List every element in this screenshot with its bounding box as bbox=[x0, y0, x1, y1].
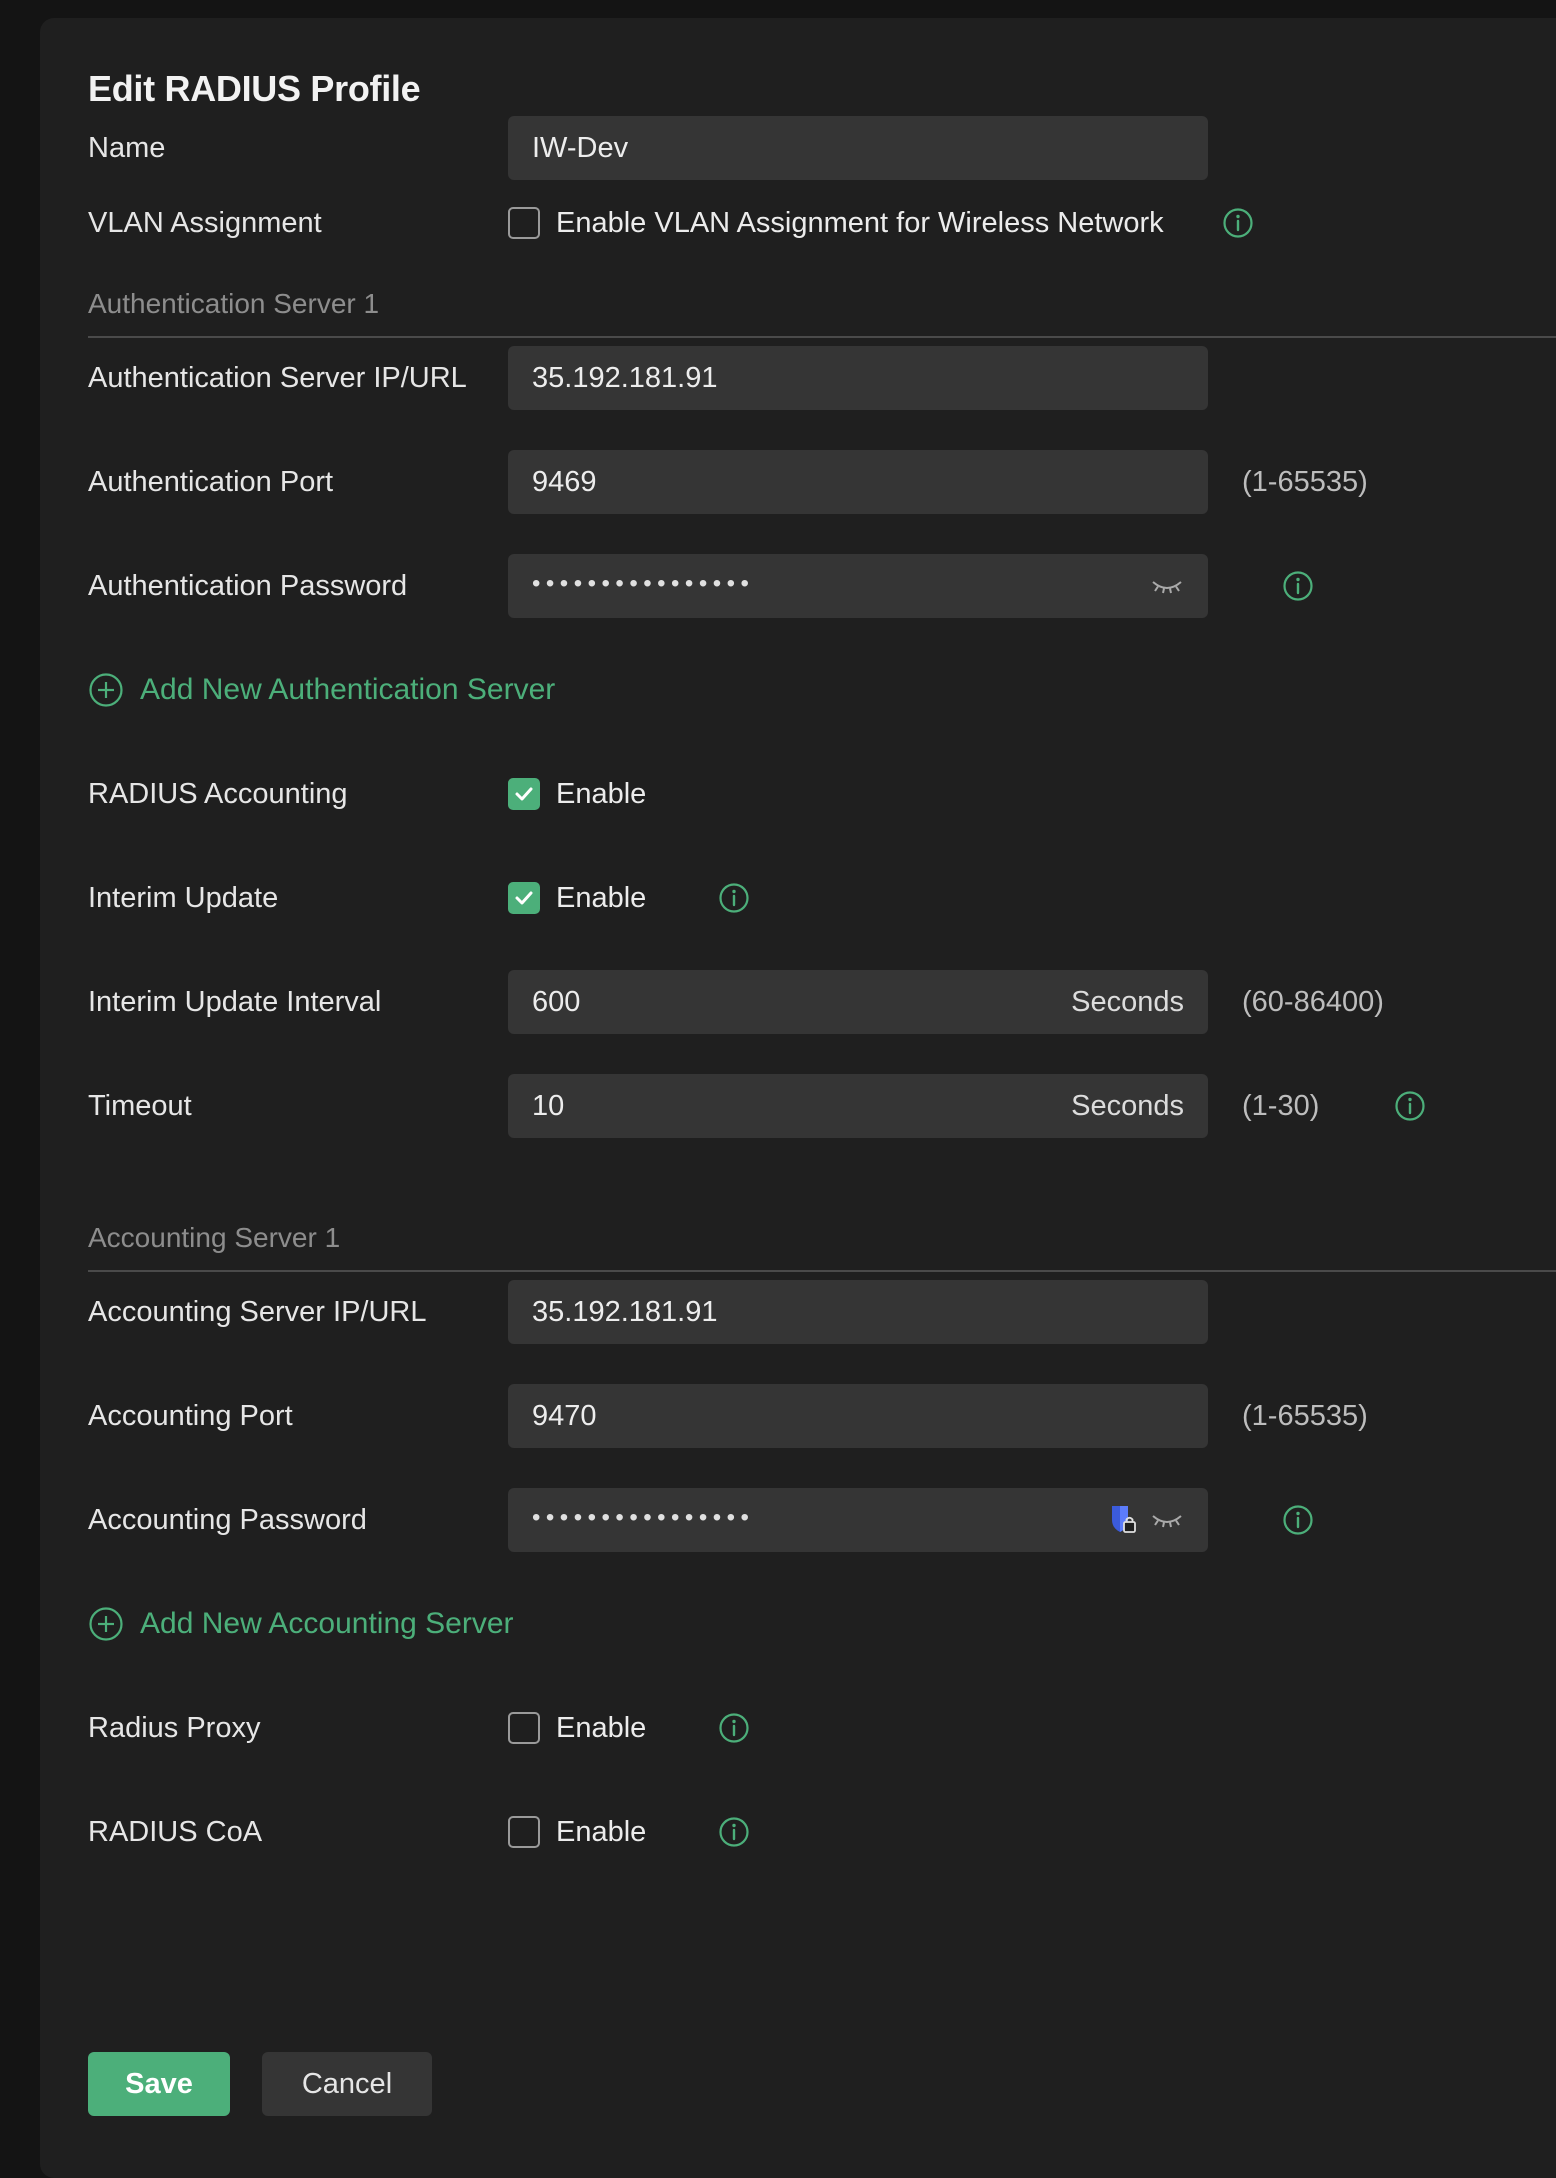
vlan-row: VLAN Assignment Enable VLAN Assignment f… bbox=[88, 191, 1548, 255]
auth-ip-input[interactable]: 35.192.181.91 bbox=[508, 346, 1208, 410]
auth-port-label: Authentication Port bbox=[88, 466, 334, 498]
acct-ip-input[interactable]: 35.192.181.91 bbox=[508, 1280, 1208, 1344]
auth-ip-value: 35.192.181.91 bbox=[532, 362, 718, 394]
add-acct-server-label: Add New Accounting Server bbox=[140, 1607, 514, 1640]
auth-ip-row: Authentication Server IP/URL 35.192.181.… bbox=[88, 346, 1548, 410]
auth-ip-label: Authentication Server IP/URL bbox=[88, 362, 467, 394]
radius-proxy-checkbox[interactable] bbox=[508, 1712, 540, 1744]
acct-port-row: Accounting Port 9470 (1-65535) bbox=[88, 1384, 1548, 1448]
info-icon[interactable] bbox=[718, 882, 750, 914]
radius-proxy-row: Radius Proxy Enable bbox=[88, 1696, 1548, 1760]
info-icon[interactable] bbox=[718, 1712, 750, 1744]
name-input[interactable]: IW-Dev bbox=[508, 116, 1208, 180]
auth-server-section: Authentication Server 1 bbox=[88, 288, 1556, 338]
auth-port-value: 9469 bbox=[532, 466, 597, 498]
eye-closed-icon[interactable] bbox=[1150, 1508, 1184, 1532]
interim-update-checkbox[interactable] bbox=[508, 882, 540, 914]
radius-accounting-checkbox[interactable] bbox=[508, 778, 540, 810]
timeout-range: (1-30) bbox=[1242, 1090, 1320, 1122]
add-auth-server-label: Add New Authentication Server bbox=[140, 673, 556, 706]
interim-interval-value: 600 bbox=[532, 986, 581, 1018]
vlan-label: VLAN Assignment bbox=[88, 207, 322, 239]
name-row: Name IW-Dev bbox=[88, 116, 1548, 180]
acct-server-section: Accounting Server 1 bbox=[88, 1222, 1556, 1272]
save-button[interactable]: Save bbox=[88, 2052, 230, 2116]
info-icon[interactable] bbox=[1282, 570, 1314, 602]
auth-port-range: (1-65535) bbox=[1242, 466, 1368, 498]
acct-ip-value: 35.192.181.91 bbox=[532, 1296, 718, 1328]
timeout-label: Timeout bbox=[88, 1090, 192, 1122]
interim-interval-label: Interim Update Interval bbox=[88, 986, 382, 1018]
radius-coa-row: RADIUS CoA Enable bbox=[88, 1800, 1548, 1864]
timeout-row: Timeout 10 Seconds (1-30) bbox=[88, 1074, 1548, 1138]
acct-server-section-title: Accounting Server 1 bbox=[88, 1222, 341, 1253]
acct-port-value: 9470 bbox=[532, 1400, 597, 1432]
interim-update-checkbox-label[interactable]: Enable bbox=[556, 866, 646, 930]
name-input-value: IW-Dev bbox=[532, 132, 629, 164]
edit-radius-profile-dialog: Edit RADIUS Profile Name IW-Dev VLAN Ass… bbox=[40, 18, 1556, 2178]
section-divider bbox=[88, 336, 1556, 338]
auth-password-row: Authentication Password •••••••••••••••• bbox=[88, 554, 1548, 618]
auth-port-input[interactable]: 9469 bbox=[508, 450, 1208, 514]
auth-password-masked: •••••••••••••••• bbox=[532, 570, 755, 597]
checkmark-icon bbox=[515, 787, 533, 801]
eye-closed-icon[interactable] bbox=[1150, 574, 1184, 598]
acct-port-range: (1-65535) bbox=[1242, 1400, 1368, 1432]
timeout-unit: Seconds bbox=[1071, 1090, 1184, 1122]
auth-password-label: Authentication Password bbox=[88, 570, 408, 602]
acct-ip-row: Accounting Server IP/URL 35.192.181.91 bbox=[88, 1280, 1548, 1344]
radius-accounting-label: RADIUS Accounting bbox=[88, 778, 348, 810]
interim-update-row: Interim Update Enable bbox=[88, 866, 1548, 930]
acct-port-input[interactable]: 9470 bbox=[508, 1384, 1208, 1448]
interim-interval-range: (60-86400) bbox=[1242, 986, 1384, 1018]
acct-password-row: Accounting Password •••••••••••••••• bbox=[88, 1488, 1548, 1552]
auth-server-section-title: Authentication Server 1 bbox=[88, 288, 380, 319]
interim-interval-input[interactable]: 600 Seconds bbox=[508, 970, 1208, 1034]
interim-update-label: Interim Update bbox=[88, 882, 279, 914]
radius-coa-label: RADIUS CoA bbox=[88, 1816, 263, 1848]
timeout-value: 10 bbox=[532, 1090, 565, 1122]
radius-accounting-checkbox-label[interactable]: Enable bbox=[556, 762, 646, 826]
interim-interval-row: Interim Update Interval 600 Seconds (60-… bbox=[88, 970, 1548, 1034]
password-manager-icon[interactable] bbox=[1110, 1504, 1138, 1536]
radius-coa-checkbox-label[interactable]: Enable bbox=[556, 1800, 646, 1864]
acct-password-masked: •••••••••••••••• bbox=[532, 1504, 755, 1531]
vlan-checkbox-label[interactable]: Enable VLAN Assignment for Wireless Netw… bbox=[556, 191, 1164, 255]
cancel-button[interactable]: Cancel bbox=[262, 2052, 432, 2116]
info-icon[interactable] bbox=[1394, 1090, 1426, 1122]
info-icon[interactable] bbox=[1282, 1504, 1314, 1536]
plus-circle-icon bbox=[89, 673, 123, 707]
radius-proxy-checkbox-label[interactable]: Enable bbox=[556, 1696, 646, 1760]
acct-port-label: Accounting Port bbox=[88, 1400, 293, 1432]
radius-proxy-label: Radius Proxy bbox=[88, 1712, 261, 1744]
vlan-checkbox[interactable] bbox=[508, 207, 540, 239]
radius-accounting-row: RADIUS Accounting Enable bbox=[88, 762, 1548, 826]
info-icon[interactable] bbox=[718, 1816, 750, 1848]
info-icon[interactable] bbox=[1222, 207, 1254, 239]
acct-ip-label: Accounting Server IP/URL bbox=[88, 1296, 427, 1328]
auth-password-input[interactable]: •••••••••••••••• bbox=[508, 554, 1208, 618]
plus-circle-icon bbox=[89, 1607, 123, 1641]
radius-coa-checkbox[interactable] bbox=[508, 1816, 540, 1848]
name-label: Name bbox=[88, 132, 166, 164]
checkmark-icon bbox=[515, 891, 533, 905]
section-divider bbox=[88, 1270, 1556, 1272]
interim-interval-unit: Seconds bbox=[1071, 986, 1184, 1018]
auth-port-row: Authentication Port 9469 (1-65535) bbox=[88, 450, 1548, 514]
timeout-input[interactable]: 10 Seconds bbox=[508, 1074, 1208, 1138]
acct-password-label: Accounting Password bbox=[88, 1504, 367, 1536]
acct-password-input[interactable]: •••••••••••••••• bbox=[508, 1488, 1208, 1552]
dialog-title: Edit RADIUS Profile bbox=[88, 68, 421, 109]
